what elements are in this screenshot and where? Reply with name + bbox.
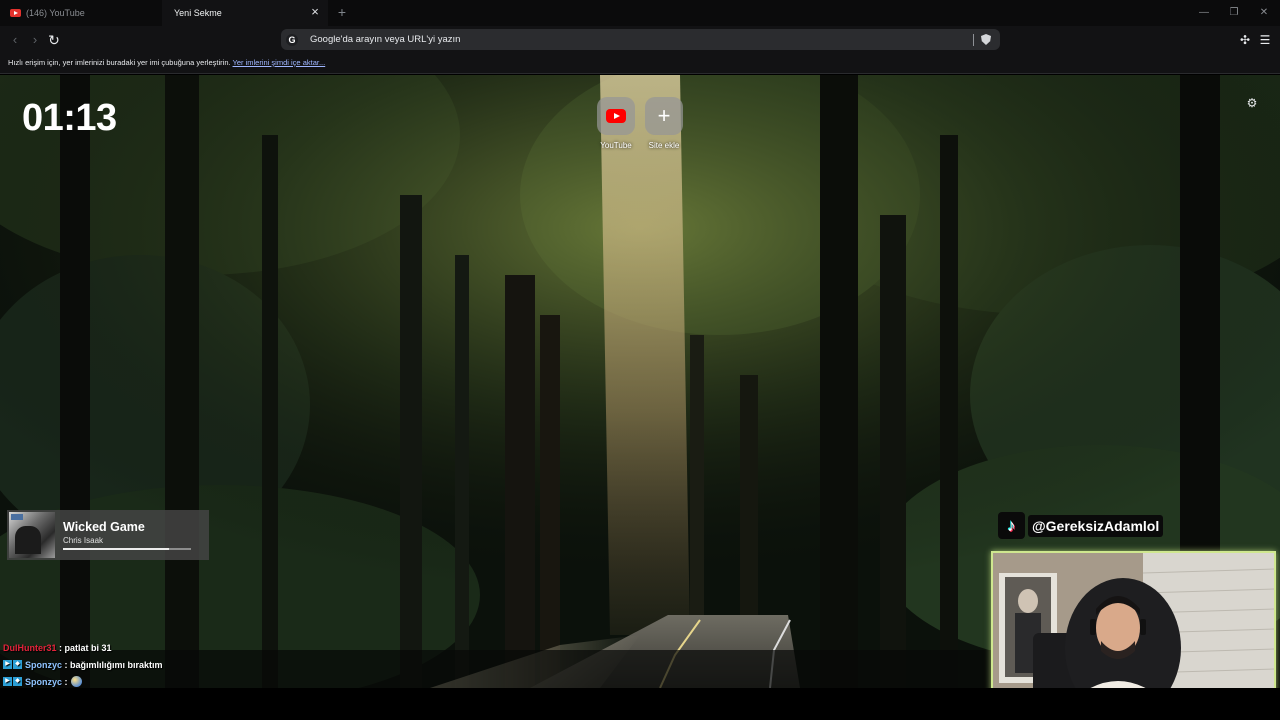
- chat-overlay: DulHunter31 : patlat bi 31 ▶ ◆ Sponzyc :…: [3, 639, 163, 690]
- shortcut-add-site[interactable]: + Site ekle: [637, 97, 691, 150]
- tiktok-handle: @GereksizAdamlol: [1028, 514, 1164, 537]
- close-window-icon[interactable]: ✕: [1256, 5, 1272, 21]
- subscriber-badge-icon: ▶: [3, 677, 12, 686]
- google-icon: G: [286, 33, 298, 46]
- tab-title: (146) YouTube: [26, 8, 85, 18]
- emote-icon: [70, 676, 82, 687]
- menu-icon[interactable]: ☰: [1257, 32, 1273, 48]
- vip-badge-icon: ◆: [13, 660, 22, 669]
- chat-text: patlat bi 31: [64, 642, 112, 653]
- chat-username: Sponzyc: [25, 676, 63, 687]
- song-title: Wicked Game: [63, 520, 145, 534]
- plus-icon: +: [657, 103, 671, 128]
- minimize-icon[interactable]: —: [1196, 5, 1212, 21]
- tiktok-handle-overlay: ♪ @GereksizAdamlol: [998, 512, 1164, 539]
- shortcut-tile[interactable]: [597, 97, 635, 135]
- webcam-overlay: [991, 551, 1276, 711]
- tab-youtube[interactable]: (146) YouTube: [0, 0, 158, 26]
- bookmark-bar-hint: Hızlı erişim için, yer imlerinizi burada…: [8, 58, 231, 67]
- song-progress-fill: [63, 548, 170, 550]
- tiktok-icon: ♪: [998, 512, 1025, 539]
- bookmark-bar: Hızlı erişim için, yer imlerinizi burada…: [0, 54, 1280, 74]
- youtube-icon: [606, 109, 626, 123]
- song-artist: Chris Isaak: [63, 536, 104, 545]
- toolbar: ‹ › ↻ G ✣ ☰: [0, 26, 1280, 54]
- import-bookmarks-link[interactable]: Yer imlerini şimdi içe aktar...: [233, 58, 326, 67]
- forward-icon[interactable]: ›: [27, 32, 43, 48]
- youtube-favicon-icon: [10, 9, 21, 17]
- shortcut-label: YouTube: [600, 141, 632, 150]
- album-art: [9, 512, 55, 558]
- vip-badge-icon: ◆: [13, 677, 22, 686]
- back-icon[interactable]: ‹: [7, 32, 23, 48]
- extensions-icon[interactable]: ✣: [1237, 32, 1253, 48]
- address-input[interactable]: [310, 34, 973, 45]
- shield-icon[interactable]: [981, 34, 991, 45]
- tab-strip: (146) YouTube Yeni Sekme × + — ❐ ✕: [0, 0, 1280, 26]
- divider: [973, 33, 974, 46]
- new-tab-button[interactable]: +: [334, 4, 350, 20]
- address-bar[interactable]: G: [281, 29, 1000, 50]
- close-tab-icon[interactable]: ×: [308, 5, 322, 19]
- song-progress-bar: [63, 548, 191, 550]
- bottom-letterbox: [0, 688, 1280, 720]
- chat-message: DulHunter31 : patlat bi 31: [3, 642, 112, 653]
- shortcut-tile[interactable]: +: [645, 97, 683, 135]
- shortcut-label: Site ekle: [648, 141, 680, 150]
- reload-icon[interactable]: ↻: [46, 32, 62, 48]
- subscriber-badge-icon: ▶: [3, 660, 12, 669]
- chat-username: Sponzyc: [25, 659, 63, 670]
- tab-title: Yeni Sekme: [174, 8, 222, 18]
- clock: 01:13: [22, 97, 117, 139]
- now-playing-widget: Wicked Game Chris Isaak: [7, 510, 209, 560]
- chat-username: DulHunter31: [3, 642, 57, 653]
- tab-new-tab[interactable]: Yeni Sekme ×: [162, 0, 328, 26]
- shortcut-youtube[interactable]: YouTube: [589, 97, 643, 150]
- restore-icon[interactable]: ❐: [1226, 5, 1242, 21]
- customize-gear-icon[interactable]: ⚙: [1245, 96, 1259, 110]
- chat-text: bağımlılığımı bıraktım: [70, 659, 163, 670]
- webcam-feed: [993, 553, 1274, 709]
- chat-message: ▶ ◆ Sponzyc : bağımlılığımı bıraktım: [3, 656, 163, 673]
